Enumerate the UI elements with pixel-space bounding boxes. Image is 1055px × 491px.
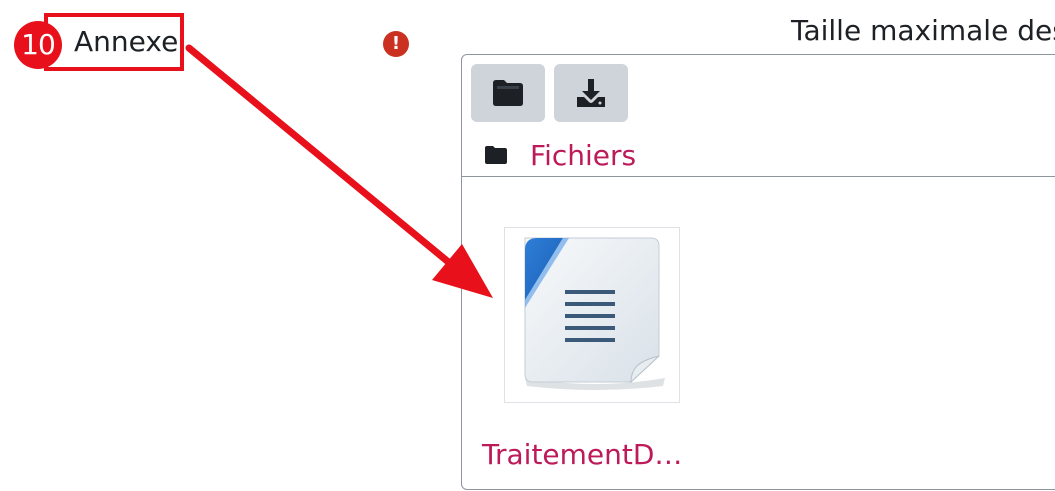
download-icon: [577, 79, 605, 107]
field-label-annexe: Annexe: [74, 25, 179, 58]
breadcrumb: Fichiers: [484, 133, 636, 177]
folder-icon: [493, 80, 523, 106]
required-icon: !: [383, 31, 409, 57]
file-name-link[interactable]: TraitementD…: [482, 435, 682, 475]
text-document-icon: [524, 237, 665, 390]
file-manager: Fichiers TraitementD…: [461, 54, 1055, 490]
divider: [462, 176, 1055, 177]
step-number-badge: 10: [14, 21, 62, 69]
download-all-button[interactable]: [554, 64, 628, 122]
file-thumbnail[interactable]: [504, 227, 680, 403]
folder-icon: [485, 146, 507, 164]
add-folder-button[interactable]: [471, 64, 545, 122]
breadcrumb-link-fichiers[interactable]: Fichiers: [530, 139, 636, 172]
max-file-size-text: Taille maximale des: [791, 14, 1055, 47]
